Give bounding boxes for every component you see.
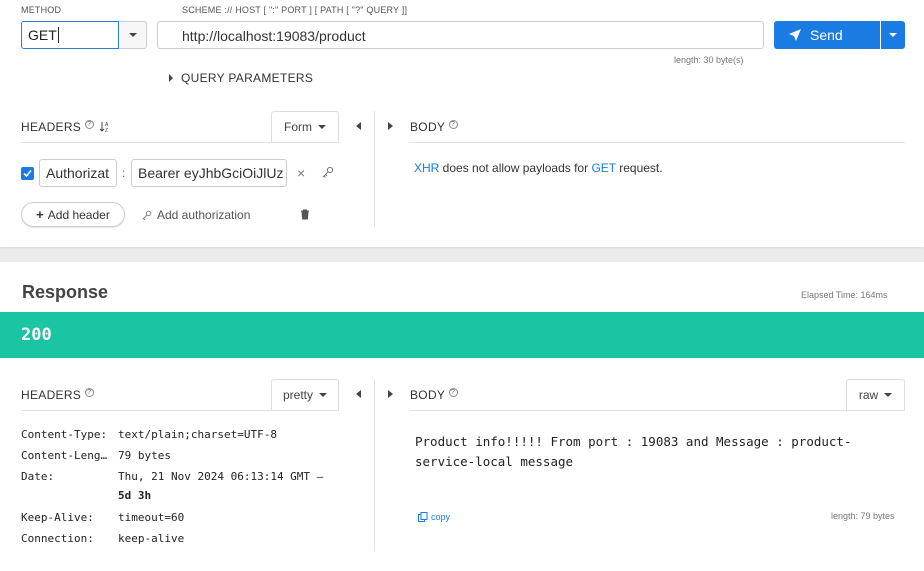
query-parameters-toggle[interactable]: QUERY PARAMETERS (169, 71, 313, 85)
status-code: 200 (21, 325, 52, 345)
collapse-right-icon[interactable] (388, 390, 393, 398)
response-body-length: length: 79 bytes (831, 511, 895, 521)
response-headers-mode-dropdown[interactable]: pretty (271, 379, 339, 410)
url-label: SCHEME :// HOST [ ":" PORT ] [ PATH [ "?… (182, 5, 408, 15)
collapse-left-icon[interactable] (356, 390, 361, 398)
response-header-row: Connection: keep-alive (21, 532, 185, 545)
response-body-text: Product info!!!!! From port : 19083 and … (415, 434, 852, 469)
checkmark-icon (23, 169, 32, 178)
status-code-bar: 200 (0, 312, 924, 358)
method-link[interactable]: GET (591, 161, 615, 175)
url-input[interactable]: http://localhost:19083/product (157, 21, 764, 49)
key-icon (142, 210, 152, 220)
response-title: Response (22, 282, 109, 302)
chevron-down-icon (889, 33, 897, 37)
header-separator: : (122, 166, 126, 180)
request-headers-title: HEADERS ? AZ (21, 120, 111, 134)
response-header-row: Keep-Alive: timeout=60 (21, 511, 185, 524)
sort-icon[interactable]: AZ (99, 121, 111, 134)
request-body-title: BODY ? (410, 120, 458, 134)
response-header-row: Content-Type: text/plain;charset=UTF-8 (21, 428, 277, 441)
help-icon[interactable]: ? (84, 120, 94, 129)
response-body-mode-dropdown[interactable]: raw (846, 379, 905, 410)
trash-icon[interactable] (300, 209, 310, 220)
help-icon[interactable]: ? (448, 120, 458, 129)
xhr-link[interactable]: XHR (414, 161, 439, 175)
request-panel: METHOD GET SCHEME :// HOST [ ":" PORT ] … (0, 0, 924, 247)
headers-mode-dropdown[interactable]: Form (271, 111, 339, 142)
header-name-field[interactable]: Authorizat (39, 159, 117, 187)
remove-header-icon[interactable]: × (297, 165, 305, 181)
header-enabled-checkbox[interactable] (21, 167, 34, 180)
body-note: XHR does not allow payloads for GET requ… (414, 161, 663, 175)
response-header-row: Date: Thu, 21 Nov 2024 06:13:14 GMT — (21, 470, 324, 483)
chevron-down-icon (128, 33, 137, 37)
response-header-row: Content-Leng… 79 bytes (21, 449, 171, 462)
help-icon[interactable]: ? (84, 388, 94, 397)
plus-icon: + (36, 207, 44, 222)
response-body-title: BODY ? (410, 388, 458, 402)
add-authorization-button[interactable]: Add authorization (141, 208, 250, 222)
url-length: length: 30 byte(s) (674, 55, 744, 65)
expand-icon (169, 74, 173, 82)
response-panel (0, 262, 924, 571)
collapse-right-icon[interactable] (388, 122, 393, 130)
send-button[interactable]: Send (774, 21, 880, 49)
send-options-button[interactable] (881, 21, 905, 49)
copy-button[interactable]: copy (418, 512, 450, 522)
help-icon[interactable]: ? (448, 388, 458, 397)
key-icon[interactable] (321, 166, 334, 179)
send-icon (789, 29, 801, 41)
elapsed-time: Elapsed Time: 164ms (801, 290, 888, 300)
svg-text:Z: Z (105, 128, 108, 133)
chevron-down-icon (318, 125, 326, 129)
copy-icon (418, 512, 428, 522)
method-input[interactable]: GET (21, 21, 119, 49)
response-headers-title: HEADERS ? (21, 388, 94, 402)
add-header-button[interactable]: + Add header (21, 202, 125, 227)
chevron-down-icon (319, 393, 327, 397)
header-value-field[interactable]: Bearer eyJhbGciOiJlUz (131, 159, 287, 187)
method-label: METHOD (21, 5, 62, 15)
method-dropdown-button[interactable] (119, 21, 147, 49)
collapse-left-icon[interactable] (356, 122, 361, 130)
date-relative: 5d 3h (118, 489, 152, 502)
chevron-down-icon (884, 393, 893, 397)
